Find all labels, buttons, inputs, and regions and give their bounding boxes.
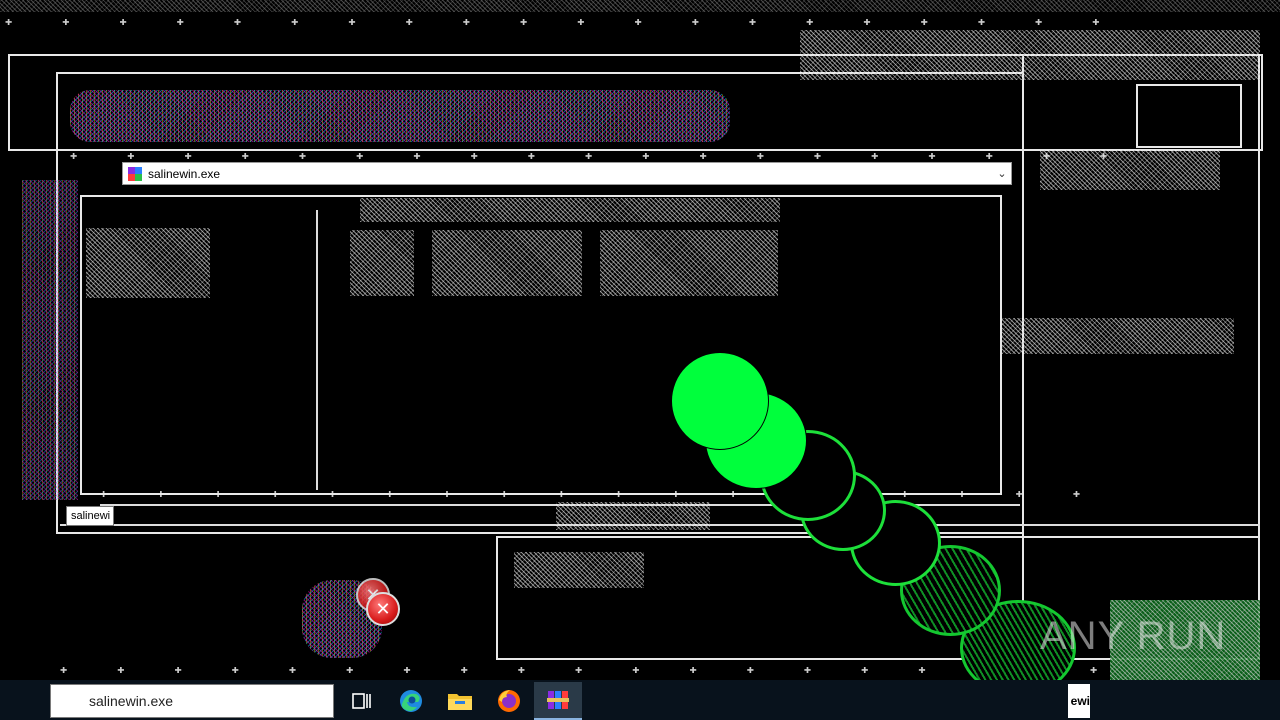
anyrun-watermark: ANY RUN: [1040, 614, 1227, 658]
title-glitch: [800, 30, 1260, 80]
chevron-down-icon[interactable]: ⌄: [993, 167, 1011, 180]
file-explorer-button[interactable]: [436, 682, 484, 720]
window-title-fragment: ewi: [1070, 694, 1090, 708]
edge-button[interactable]: [387, 682, 435, 720]
ribbon-icons-glitch: [70, 90, 730, 142]
file-explorer-icon: [448, 694, 472, 710]
winrar-button[interactable]: [534, 682, 582, 720]
dialog-text-glitch: [514, 552, 644, 588]
right-text-glitch: [1002, 318, 1234, 354]
edge-icon: [400, 690, 422, 712]
file-row-glitch: [432, 230, 582, 296]
search-input[interactable]: [87, 692, 311, 710]
glitch-noise-top: [0, 0, 1280, 12]
task-view-button[interactable]: [338, 682, 386, 720]
content-divider: [316, 210, 318, 490]
address-path: salinewin.exe: [148, 166, 221, 181]
file-row-glitch: [600, 230, 778, 296]
file-row-glitch: [350, 230, 414, 296]
winrar-icon: [128, 166, 142, 181]
taskbar-search[interactable]: [50, 684, 334, 718]
task-view-icon: [352, 693, 371, 709]
winrar-icon: [547, 691, 569, 709]
left-edge-glitch: [22, 180, 78, 500]
error-icon: ✕: [366, 592, 400, 626]
top-right-box: [1136, 84, 1242, 148]
firefox-icon: [498, 690, 520, 712]
taskbar-window-preview[interactable]: ewi: [1068, 684, 1090, 718]
nav-pane-glitch: [86, 228, 210, 298]
glitch-cross-row: ✚✚✚✚✚✚✚✚✚✚✚✚✚✚✚✚✚✚✚✚: [5, 14, 1150, 28]
glitch-cross-row: ✚✚✚✚✚✚✚✚✚✚✚✚✚✚✚✚✚✚✚: [60, 662, 1148, 676]
status-glitch: [556, 502, 710, 530]
tooltip: salinewi: [66, 506, 114, 526]
header-glitch: [360, 198, 780, 222]
right-small-glitch: [1040, 150, 1220, 190]
address-bar[interactable]: salinewin.exe ⌄: [122, 162, 1012, 185]
firefox-button[interactable]: [485, 682, 533, 720]
